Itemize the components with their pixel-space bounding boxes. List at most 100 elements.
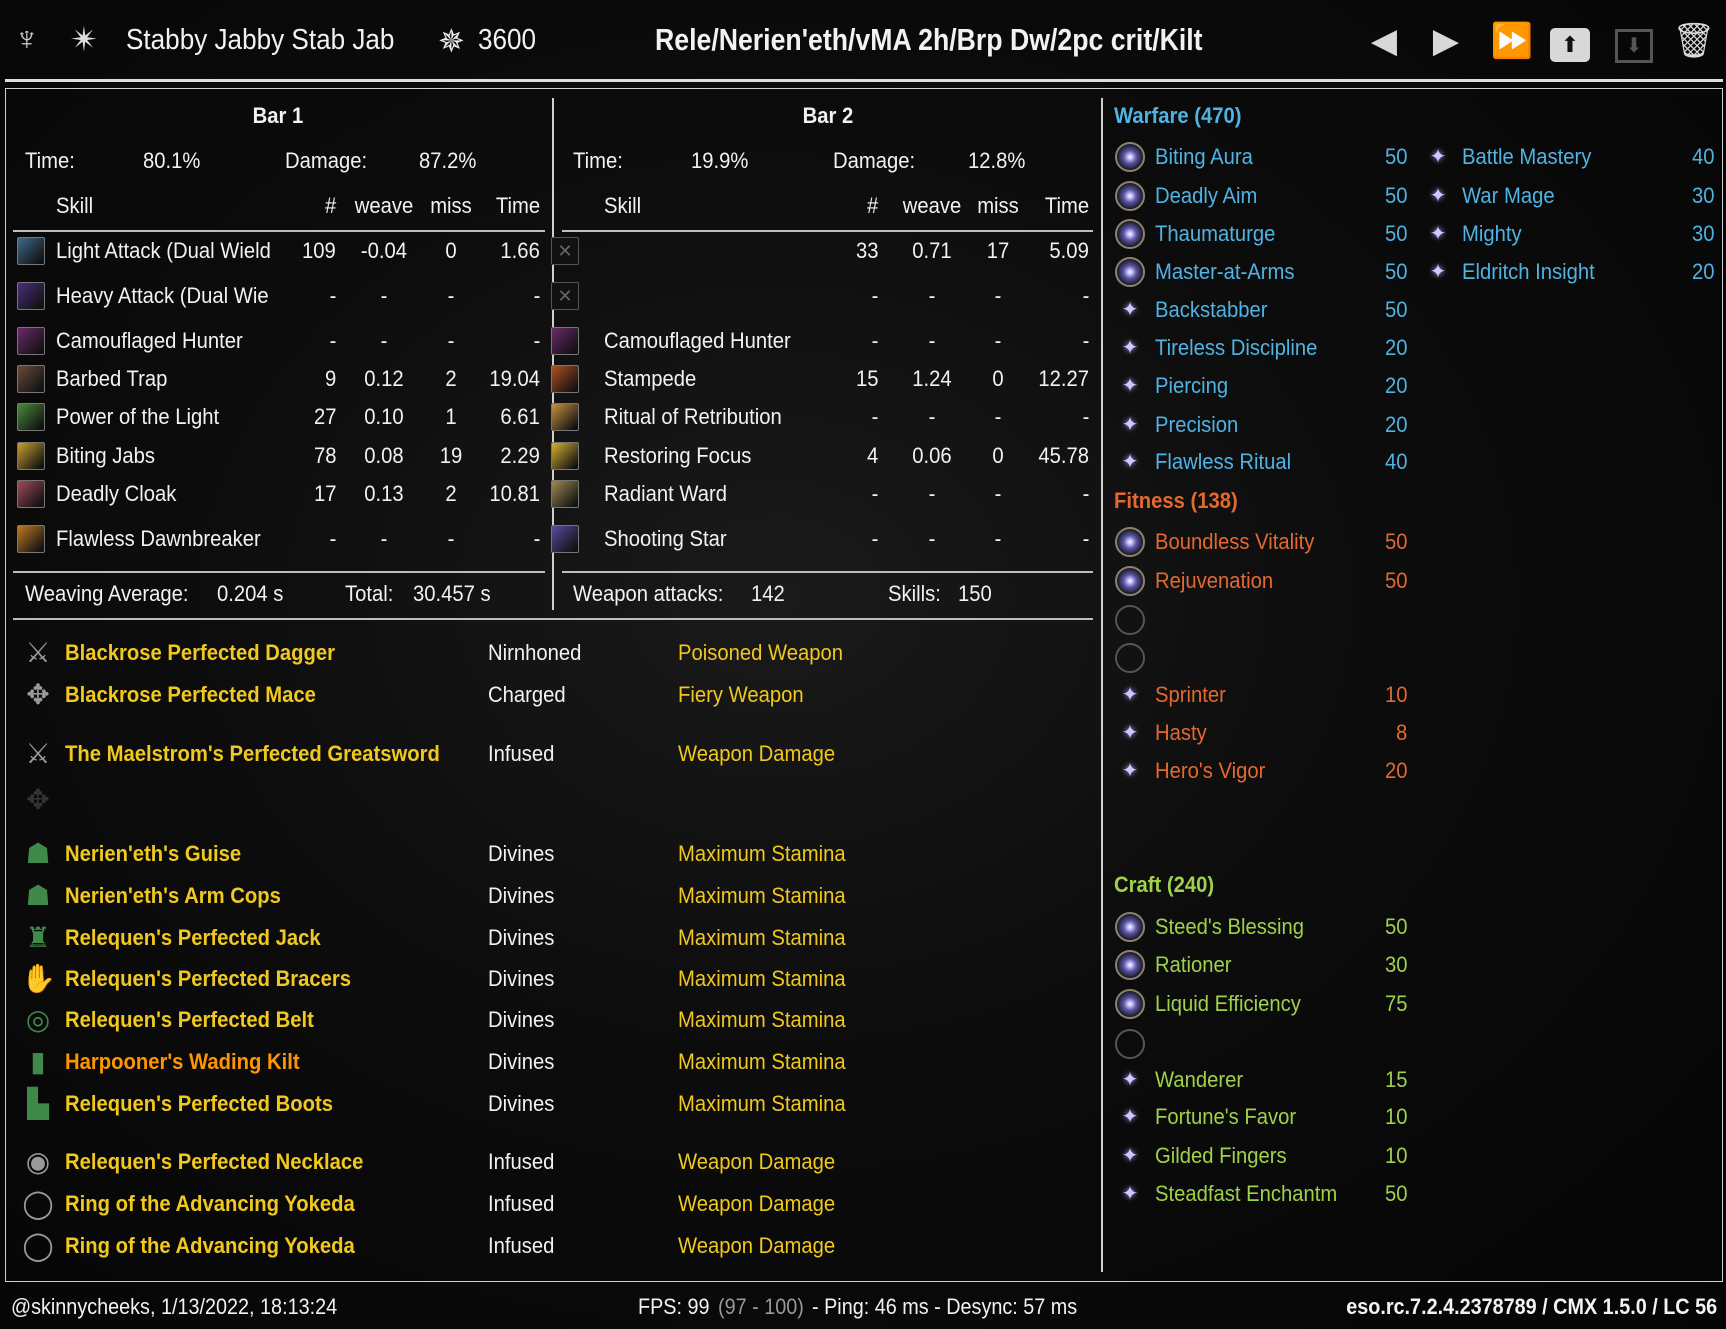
gear-trait: Charged	[488, 682, 566, 707]
gear-name: Relequen's Perfected Necklace	[65, 1149, 364, 1174]
ring-icon: ◯	[22, 1230, 54, 1261]
footer-fps-range: (97 - 100)	[718, 1294, 804, 1319]
cp-star-value: 50	[1384, 529, 1407, 554]
bars-bottom-divider	[13, 618, 1093, 620]
cp-star-value: 30	[1384, 952, 1407, 977]
header-weave: weave	[902, 193, 962, 218]
character-name: Stabby Jabby Stab Jab	[126, 24, 395, 56]
skill-time: 1.66	[500, 238, 540, 263]
skill-miss: -	[994, 526, 1002, 551]
skill-time: -	[1082, 481, 1089, 506]
slotted-star-icon	[1115, 950, 1145, 980]
bar-title: Bar 2	[802, 103, 854, 128]
skill-name: Shooting Star	[604, 526, 727, 551]
gear-name: Nerien'eth's Arm Cops	[65, 883, 281, 908]
gear-enchant: Fiery Weapon	[678, 682, 804, 707]
skill-count: -	[871, 481, 878, 506]
skill-miss: 0	[992, 443, 1004, 468]
skill-icon	[17, 327, 45, 355]
bar-title: Bar 1	[252, 103, 304, 128]
gear-name: Relequen's Perfected Boots	[65, 1091, 334, 1116]
trash-icon[interactable]: 🗑	[1672, 18, 1716, 64]
passive-star-icon: ✦	[1121, 722, 1139, 744]
cp-star-value: 20	[1384, 373, 1407, 398]
cp-star-value: 50	[1384, 914, 1407, 939]
skill-miss: -	[447, 328, 455, 353]
upload-icon[interactable]: ⬆	[1548, 18, 1592, 64]
empty-slot-icon: ✕	[551, 237, 579, 265]
champion-points: 3600	[478, 24, 537, 56]
gear-enchant: Maximum Stamina	[678, 1049, 846, 1074]
skill-name: Deadly Cloak	[56, 481, 177, 506]
skill-miss: -	[447, 526, 455, 551]
champion-icon: ✵	[438, 23, 465, 59]
gear-enchant: Poisoned Weapon	[678, 640, 844, 665]
skill-time: 5.09	[1049, 238, 1089, 263]
cp-star-name: Liquid Efficiency	[1155, 991, 1301, 1016]
previous-icon[interactable]: ◀	[1362, 18, 1406, 64]
passive-star-icon: ✦	[1121, 1106, 1139, 1128]
skill-time: -	[1082, 328, 1089, 353]
cp-star-name: Steed's Blessing	[1155, 914, 1305, 939]
skill-time: 2.29	[500, 443, 540, 468]
skill-miss: 0	[992, 366, 1004, 391]
skill-icon	[17, 282, 45, 310]
summary-value: 30.457 s	[413, 581, 491, 606]
cp-star-name: Sprinter	[1155, 682, 1226, 707]
slotted-star-icon	[1115, 219, 1145, 249]
gear-name: The Maelstrom's Perfected Greatsword	[65, 741, 440, 766]
shoulders-icon: ☗	[25, 880, 51, 911]
damage-label: Damage:	[285, 148, 368, 173]
cp-star-name: Biting Aura	[1155, 144, 1253, 169]
cp-star-value: 20	[1384, 758, 1407, 783]
gloves-icon: ✋	[21, 963, 56, 994]
skill-time: -	[533, 283, 540, 308]
skill-time: -	[1082, 404, 1089, 429]
next-icon[interactable]: ▶	[1424, 18, 1468, 64]
passive-star-icon: ✦	[1121, 1069, 1139, 1091]
cp-star-value: 50	[1384, 568, 1407, 593]
skill-count: -	[871, 283, 878, 308]
skill-time: -	[1082, 526, 1089, 551]
skill-weave: 0.10	[364, 404, 404, 429]
skill-name: Heavy Attack (Dual Wie	[56, 283, 269, 308]
header-skill: Skill	[56, 193, 94, 218]
cp-star-value: 20	[1384, 412, 1407, 437]
skill-weave: -	[928, 328, 936, 353]
skill-icon	[551, 327, 579, 355]
cp-star-value: 10	[1384, 682, 1407, 707]
skill-count: -	[329, 328, 336, 353]
summary-value: 142	[751, 581, 785, 606]
cp-star-name: Wanderer	[1155, 1067, 1244, 1092]
cp-star-name: Fortune's Favor	[1155, 1104, 1297, 1129]
gear-enchant: Maximum Stamina	[678, 1091, 846, 1116]
download-icon[interactable]: ⬇	[1612, 18, 1656, 64]
skill-name: Power of the Light	[56, 404, 220, 429]
skill-count: 15	[855, 366, 878, 391]
cp-star-name: Gilded Fingers	[1155, 1143, 1287, 1168]
header-time: Time	[1044, 193, 1089, 218]
skill-weave: -	[928, 526, 936, 551]
passive-star-icon: ✦	[1121, 299, 1139, 321]
damage-value: 87.2%	[419, 148, 477, 173]
skill-count: 4	[866, 443, 878, 468]
passive-star-icon: ✦	[1121, 1145, 1139, 1167]
skill-weave: -	[928, 283, 936, 308]
passive-star-icon: ✦	[1121, 337, 1139, 359]
gear-trait: Infused	[488, 1149, 555, 1174]
gear-enchant: Weapon Damage	[678, 1233, 836, 1258]
bar-header-divider	[13, 230, 545, 232]
fast-forward-icon[interactable]: ⏩	[1484, 18, 1540, 64]
skill-count: 78	[313, 443, 336, 468]
skill-time: 45.78	[1038, 443, 1089, 468]
skill-weave: -0.04	[360, 238, 408, 263]
cp-star-name: Master-at-Arms	[1155, 259, 1295, 284]
cp-star-value: 50	[1384, 221, 1407, 246]
skill-icon	[551, 403, 579, 431]
time-value: 80.1%	[143, 148, 201, 173]
legs-icon: ▮	[30, 1046, 46, 1077]
skill-icon	[17, 403, 45, 431]
slotted-star-icon	[1115, 142, 1145, 172]
skill-miss: 19	[439, 443, 463, 468]
skill-weave: -	[380, 328, 388, 353]
